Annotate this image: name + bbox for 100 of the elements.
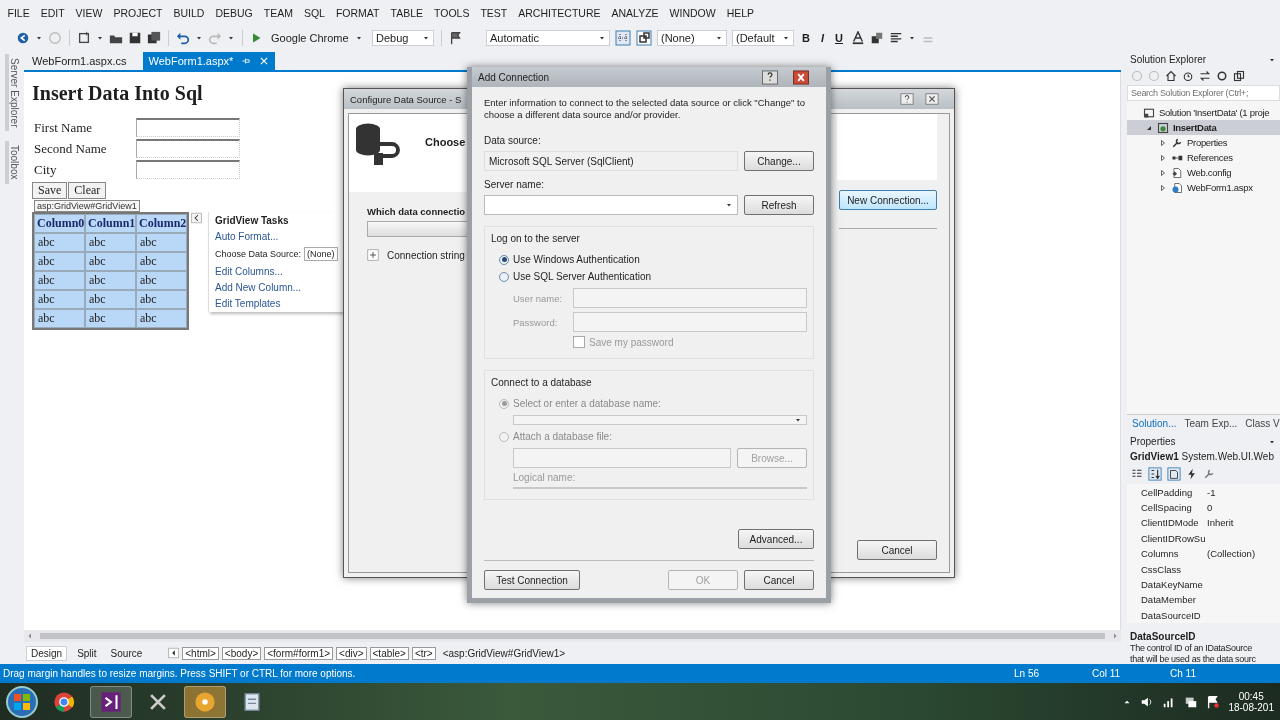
table-cell: abc bbox=[34, 271, 85, 290]
table-cell: abc bbox=[136, 271, 187, 290]
option-label: Select or enter a database name: bbox=[513, 398, 661, 409]
tag-breadcrumb[interactable]: <form#form1> bbox=[264, 646, 334, 660]
browser-dropdown[interactable]: Google Chrome bbox=[267, 30, 367, 46]
property-name: DataSourceID bbox=[1141, 609, 1202, 621]
new-connection-button[interactable]: New Connection... bbox=[839, 190, 937, 210]
clock-date[interactable]: 18-08-201 bbox=[1228, 701, 1274, 713]
table-cell: abc bbox=[136, 252, 187, 271]
gridview-table[interactable]: Column0 Column1 Column2 abc abc abc abc abc abc abc abc abc abc abc abc abc abc abc bbox=[32, 212, 189, 330]
menu-item[interactable]: TEAM bbox=[258, 7, 299, 19]
menu-item[interactable]: FILE bbox=[2, 7, 36, 19]
property-value[interactable]: -1 bbox=[1207, 486, 1280, 498]
table-cell: abc bbox=[136, 309, 187, 328]
tag-breadcrumb[interactable]: <div> bbox=[336, 646, 367, 660]
font-dropdown[interactable]: (Default bbox=[732, 30, 794, 46]
menu-item[interactable]: EDIT bbox=[35, 7, 71, 19]
view-tab[interactable]: Split bbox=[73, 646, 101, 660]
data-source-field[interactable]: Microsoft SQL Server (SqlClient) bbox=[484, 151, 738, 171]
table-cell: abc bbox=[136, 233, 187, 252]
property-name: DataKeyName bbox=[1141, 579, 1204, 590]
table-cell: abc bbox=[34, 290, 85, 309]
field-label: Choose Data Source: bbox=[215, 249, 302, 259]
line-number: Ln 56 bbox=[1014, 668, 1041, 679]
panel-tab[interactable]: Solution... bbox=[1129, 417, 1180, 431]
status-message: Drag margin handles to resize margins. Press SHIFT or CTRL for more options. bbox=[3, 668, 357, 679]
menu-item[interactable]: TOOLS bbox=[428, 7, 475, 19]
menu-item[interactable]: TABLE bbox=[385, 7, 429, 19]
property-name: CellSpacing bbox=[1141, 502, 1193, 514]
target-dropdown[interactable]: Automatic bbox=[486, 30, 610, 46]
view-tab[interactable]: Design bbox=[26, 645, 68, 661]
option-label: Use Windows Authentication bbox=[513, 254, 640, 265]
side-tab[interactable]: Server Explorer bbox=[4, 54, 20, 132]
change-button[interactable]: Change... bbox=[744, 151, 814, 171]
search-field[interactable]: Search Solution Explorer (Ctrl+; bbox=[1127, 85, 1280, 101]
panel-title: Solution Explorer bbox=[1130, 54, 1207, 65]
configuration-dropdown[interactable]: Debug bbox=[372, 30, 434, 46]
group-title: Connect to a database bbox=[491, 377, 593, 388]
tree-item[interactable]: WebForm1.aspx bbox=[1127, 180, 1280, 195]
tag-breadcrumb[interactable]: <body> bbox=[221, 646, 262, 660]
tree-item[interactable]: Web.config bbox=[1127, 165, 1280, 180]
data-source-dropdown[interactable]: (None) bbox=[304, 247, 338, 261]
option-label: Attach a database file: bbox=[513, 431, 612, 442]
table-cell: abc bbox=[34, 252, 85, 271]
table-cell: abc bbox=[85, 252, 136, 271]
view-tab[interactable]: Source bbox=[106, 646, 147, 660]
field-label: Data source: bbox=[484, 135, 542, 146]
menu-item[interactable]: BUILD bbox=[167, 7, 210, 19]
format-button[interactable]: B bbox=[799, 32, 813, 44]
property-value[interactable]: (Collection) bbox=[1207, 548, 1280, 560]
tag-breadcrumb[interactable]: <tr> bbox=[411, 646, 436, 660]
tree-item[interactable]: Solution 'InsertData' (1 proje bbox=[1127, 105, 1280, 120]
menu-item[interactable]: HELP bbox=[721, 7, 760, 19]
test-connection-button[interactable]: Test Connection bbox=[484, 570, 580, 590]
tag-breadcrumb[interactable]: <html> bbox=[182, 646, 219, 660]
menu-item[interactable]: SQL bbox=[298, 7, 331, 19]
tree-item[interactable]: Properties bbox=[1127, 135, 1280, 150]
format-button[interactable]: I bbox=[817, 32, 827, 44]
side-tab[interactable]: Toolbox bbox=[4, 141, 20, 184]
property-name: Columns bbox=[1141, 548, 1180, 560]
style-dropdown[interactable]: (None) bbox=[657, 30, 727, 46]
document-tab[interactable]: WebForm1.aspx.cs bbox=[26, 52, 133, 70]
property-name: CellPadding bbox=[1141, 486, 1194, 498]
clock-time[interactable]: 00:45 bbox=[1238, 690, 1264, 702]
format-button[interactable]: U bbox=[832, 32, 846, 44]
menu-item[interactable]: FORMAT bbox=[330, 7, 385, 19]
menu-item[interactable]: WINDOW bbox=[664, 7, 722, 19]
form-label: First Name bbox=[33, 119, 94, 136]
menu-item[interactable]: VIEW bbox=[70, 7, 108, 19]
group-title: Log on to the server bbox=[491, 233, 581, 244]
panel-tab[interactable]: Team Exp... bbox=[1181, 417, 1241, 431]
property-value[interactable]: Inherit bbox=[1207, 517, 1280, 529]
advanced-button[interactable]: Advanced... bbox=[738, 529, 814, 549]
design-button[interactable]: Save bbox=[32, 182, 68, 199]
cancel-button[interactable]: Cancel bbox=[744, 570, 814, 590]
property-value[interactable]: 0 bbox=[1207, 502, 1280, 514]
tag-breadcrumb[interactable]: <table> bbox=[369, 646, 409, 660]
document-tab[interactable]: WebForm1.aspx* bbox=[142, 52, 276, 70]
menu-item[interactable]: ANALYZE bbox=[606, 7, 665, 19]
current-tag: <asp:GridView#GridView1> bbox=[442, 647, 566, 659]
cancel-button[interactable]: Cancel bbox=[857, 540, 937, 560]
description-text: The control ID of an IDataSource bbox=[1130, 643, 1253, 653]
connection-string-label: Connection string bbox=[387, 249, 465, 261]
tree-item[interactable]: InsertData bbox=[1127, 120, 1280, 135]
refresh-button[interactable]: Refresh bbox=[744, 195, 814, 215]
tree-item[interactable]: References bbox=[1127, 150, 1280, 165]
menu-item[interactable]: PROJECT bbox=[107, 7, 168, 19]
column-header: Column0 bbox=[34, 214, 85, 233]
column-header: Column1 bbox=[85, 214, 136, 233]
menu-item[interactable]: DEBUG bbox=[209, 7, 259, 19]
column-number: Col 11 bbox=[1092, 668, 1122, 679]
table-cell: abc bbox=[34, 233, 85, 252]
checkbox-label: Save my password bbox=[589, 336, 674, 348]
table-cell: abc bbox=[85, 271, 136, 290]
panel-tab[interactable]: Class V bbox=[1242, 417, 1280, 431]
design-button[interactable]: Clear bbox=[68, 182, 107, 199]
menu-item[interactable]: ARCHITECTURE bbox=[512, 7, 606, 19]
menu-item[interactable]: TEST bbox=[474, 7, 513, 19]
window-title: Add Connection bbox=[478, 71, 550, 83]
table-cell: abc bbox=[34, 309, 85, 328]
